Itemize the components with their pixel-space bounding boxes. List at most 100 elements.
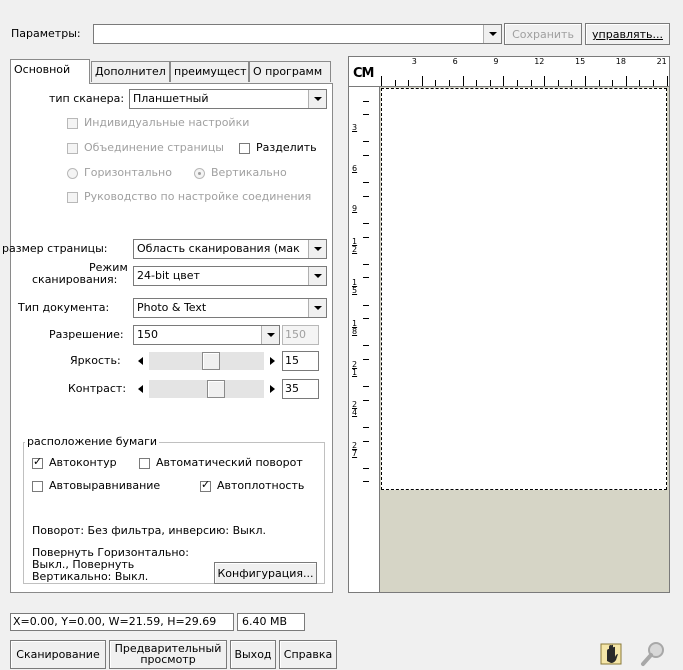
merge-checkbox[interactable] [67, 143, 78, 154]
chevron-down-icon[interactable] [483, 25, 501, 43]
hruler-tick [585, 76, 586, 86]
vruler-tick [363, 155, 369, 156]
scan-mode-value: 24-bit цвет [137, 269, 200, 282]
tab-about[interactable]: О программ [249, 61, 331, 82]
hruler-number: 21 [656, 57, 667, 66]
brightness-label: Яркость: [70, 354, 121, 367]
hand-tool-icon[interactable] [599, 641, 625, 667]
tab-advantages[interactable]: преимущест [170, 61, 249, 82]
vruler-tick [363, 481, 369, 483]
autorotate-checkbox[interactable] [139, 458, 150, 469]
scanner-type-value: Планшетный [133, 92, 209, 105]
hruler-tick [462, 76, 464, 86]
coords-status: X=0.00, Y=0.00, W=21.59, H=29.69 [10, 613, 234, 631]
chevron-down-icon[interactable] [308, 299, 326, 317]
slider-thumb[interactable] [207, 380, 226, 398]
slider-right-arrow-icon[interactable] [264, 351, 280, 371]
tab-additional[interactable]: Дополнител [91, 61, 170, 82]
vruler-tick [363, 141, 369, 143]
vruler-tick [363, 467, 369, 469]
resolution-select[interactable]: 150 [133, 325, 280, 345]
vruler-tick [363, 114, 369, 116]
contrast-slider[interactable] [133, 379, 280, 399]
resolution-label: Разрешение: [49, 328, 124, 341]
scan-mode-select[interactable]: 24-bit цвет [133, 266, 327, 286]
brightness-input[interactable]: 15 [282, 351, 319, 371]
autoalign-checkbox[interactable] [32, 481, 43, 492]
scanner-type-select[interactable]: Планшетный [129, 89, 327, 109]
scan-area[interactable] [381, 88, 667, 490]
vertical-ruler: 3 6 9 12 15 18 21 24 27 [349, 87, 380, 592]
vruler-number: 21 [352, 359, 358, 377]
vruler-number: 12 [352, 237, 358, 255]
hruler-tick [598, 80, 600, 86]
configuration-button[interactable]: Конфигурация... [214, 562, 317, 584]
hruler-tick [571, 80, 573, 86]
hruler-tick [639, 80, 641, 86]
vruler-tick [363, 427, 369, 428]
individual-checkbox[interactable] [67, 118, 78, 129]
vruler-number: 6 [352, 163, 358, 173]
slider-left-arrow-icon[interactable] [133, 351, 149, 371]
hruler-scale: 3 6 9 12 15 18 21 [381, 57, 669, 86]
autocontour-checkbox[interactable] [32, 455, 43, 469]
manage-button[interactable]: управлять... [585, 23, 670, 45]
slider-thumb[interactable] [202, 352, 221, 370]
hruler-number: 3 [411, 57, 417, 66]
hruler-number: 18 [615, 57, 626, 66]
rotation-info: Поворот: Без фильтра, инверсию: Выкл. [32, 524, 267, 537]
zoom-icon[interactable] [639, 641, 667, 667]
horizontal-radio[interactable] [67, 168, 78, 179]
hruler-number: 15 [575, 57, 586, 66]
hruler-tick [666, 76, 668, 86]
params-combo[interactable] [93, 24, 502, 44]
flip-info-3: Вертикально: Выкл. [32, 570, 149, 583]
vruler-tick [363, 263, 369, 265]
chevron-down-icon[interactable] [308, 267, 326, 285]
save-button[interactable]: Сохранить [504, 23, 582, 45]
hruler-tick [435, 80, 437, 86]
help-button[interactable]: Справка [279, 640, 337, 669]
guide-checkbox[interactable] [67, 192, 78, 203]
hruler-tick [408, 80, 410, 86]
brightness-value: 15 [285, 354, 299, 367]
chevron-down-icon[interactable] [308, 240, 326, 258]
exit-button[interactable]: Выход [230, 640, 276, 669]
resolution-display-value: 150 [285, 328, 306, 341]
vruler-tick [363, 195, 369, 197]
vruler-number: 18 [352, 318, 358, 336]
vruler-tick [363, 100, 369, 102]
chevron-down-icon[interactable] [308, 90, 326, 108]
tab-main[interactable]: Основной [10, 59, 90, 84]
slider-right-arrow-icon[interactable] [264, 379, 280, 399]
slider-left-arrow-icon[interactable] [133, 379, 149, 399]
hruler-tick [612, 80, 614, 86]
autoalign-label: Автовыравнивание [49, 479, 161, 492]
doctype-select[interactable]: Photo & Text [133, 298, 327, 318]
vruler-number: 3 [352, 122, 358, 132]
autodensity-checkbox[interactable] [200, 478, 211, 492]
chevron-down-icon[interactable] [261, 326, 279, 344]
autorotate-label: Автоматический поворот [156, 456, 303, 469]
hruler-number: 6 [452, 57, 458, 66]
split-label: Разделить [256, 141, 317, 154]
vertical-radio[interactable] [194, 168, 205, 179]
split-checkbox[interactable] [239, 143, 250, 154]
hruler-tick [653, 80, 654, 86]
hruler-number: 12 [534, 57, 545, 66]
contrast-input[interactable]: 35 [282, 379, 319, 399]
doctype-label: Тип документа: [18, 301, 110, 314]
autodensity-label: Автоплотность [217, 479, 305, 492]
brightness-slider[interactable] [133, 351, 280, 371]
page-size-select[interactable]: Область сканирования (мак [133, 239, 327, 259]
vruler-number: 15 [352, 278, 358, 295]
preview-button[interactable]: Предварительный просмотр [109, 640, 227, 669]
preview-label-2: просмотр [140, 653, 196, 666]
ruler-unit: СМ [353, 66, 375, 81]
scanner-type-label: тип сканера: [49, 92, 125, 105]
hruler-tick [394, 80, 396, 86]
hruler-tick [489, 80, 491, 86]
scan-button[interactable]: Сканирование [10, 640, 106, 669]
vruler-number: 9 [352, 204, 358, 214]
preview-panel[interactable]: СМ 3 6 9 12 15 18 21 3 6 9 12 15 18 21 24 27 [348, 56, 670, 593]
